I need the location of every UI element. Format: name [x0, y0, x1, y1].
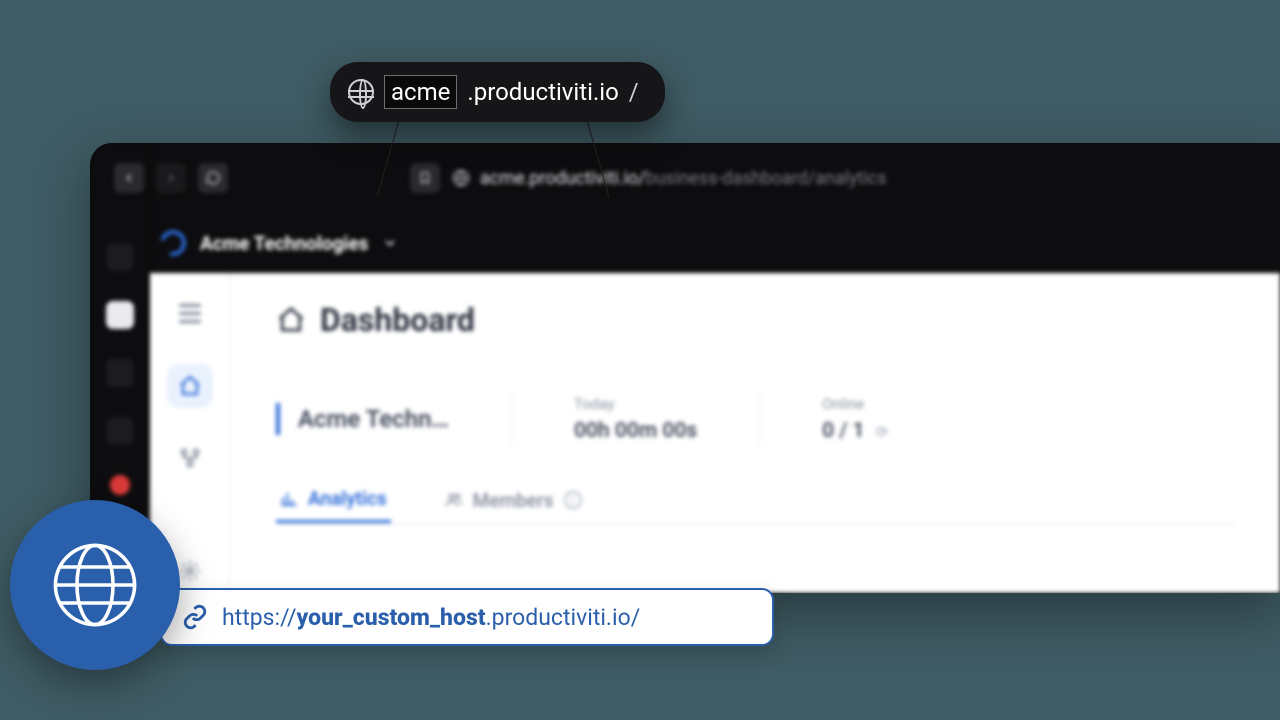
sidebar-item-integrations[interactable]	[167, 436, 213, 481]
page-title-row: Dashboard	[276, 301, 1234, 339]
nav-back-button[interactable]	[114, 163, 144, 193]
address-path: business-dashboard/analytics	[646, 168, 887, 189]
url-trailing: /	[629, 78, 639, 106]
tab-analytics-label: Analytics	[308, 487, 387, 510]
stat-online-label: Online	[822, 395, 888, 413]
branch-icon	[178, 446, 202, 470]
url-callout: acme .productiviti.io /	[330, 62, 665, 122]
users-icon	[445, 491, 463, 509]
gear-icon	[178, 559, 202, 583]
globe-icon	[50, 540, 140, 630]
address-bar[interactable]: acme.productiviti.io/business-dashboard/…	[452, 168, 886, 189]
tab-analytics[interactable]: Analytics	[276, 477, 391, 523]
divider	[759, 394, 760, 444]
main-content: Dashboard Acme Techn… Today 00h 00m 00s …	[230, 273, 1280, 593]
reload-button[interactable]	[198, 163, 228, 193]
globe-icon	[452, 169, 470, 187]
home-icon	[276, 305, 306, 335]
bookmark-button[interactable]	[410, 163, 440, 193]
stat-org: Acme Techn…	[276, 403, 471, 435]
workspace-name: Acme Technologies	[200, 232, 368, 255]
dock-item[interactable]	[106, 359, 134, 387]
browser-toolbar: acme.productiviti.io/business-dashboard/…	[90, 143, 1280, 213]
stat-org-value: Acme Techn…	[298, 405, 449, 433]
link-icon	[182, 604, 208, 630]
workspace-logo-icon	[155, 225, 191, 261]
tab-members[interactable]: Members i	[441, 477, 586, 523]
home-icon	[178, 374, 202, 398]
address-host: acme.productiviti.io/	[480, 168, 646, 189]
browser-window: acme.productiviti.io/business-dashboard/…	[90, 143, 1280, 593]
custom-host-field[interactable]: https://your_custom_host.productiviti.io…	[160, 588, 774, 646]
url-subdomain-highlight: acme	[384, 75, 457, 109]
workspace-header: Acme Technologies	[90, 213, 1280, 273]
chart-icon	[280, 490, 298, 508]
dock-item[interactable]	[106, 417, 134, 445]
stat-today-label: Today	[574, 395, 697, 413]
sidebar-item-dashboard[interactable]	[167, 364, 213, 409]
hamburger-icon	[179, 304, 201, 323]
tab-members-label: Members	[473, 489, 554, 512]
refresh-icon[interactable]: ⟳	[876, 423, 889, 441]
chevron-down-icon[interactable]	[382, 235, 398, 251]
app-surface: Dashboard Acme Techn… Today 00h 00m 00s …	[150, 273, 1280, 593]
dock-item[interactable]	[110, 475, 130, 495]
url-domain: .productiviti.io	[467, 78, 618, 106]
custom-host-text: https://your_custom_host.productiviti.io…	[222, 604, 640, 631]
stat-today: Today 00h 00m 00s	[552, 393, 719, 445]
stat-online-value: 0 / 1 ⟳	[822, 419, 888, 443]
globe-badge	[10, 500, 180, 670]
nav-forward-button[interactable]	[156, 163, 186, 193]
menu-button[interactable]	[167, 291, 213, 336]
info-icon[interactable]: i	[564, 491, 582, 509]
tabs: Analytics Members i	[276, 477, 1234, 524]
stats-row: Acme Techn… Today 00h 00m 00s Online 0 /…	[276, 393, 1234, 445]
divider	[511, 394, 512, 444]
stat-online: Online 0 / 1 ⟳	[800, 393, 910, 445]
globe-icon	[348, 79, 374, 105]
stat-today-value: 00h 00m 00s	[574, 419, 697, 443]
page-title: Dashboard	[320, 301, 475, 339]
dock-item[interactable]	[106, 301, 134, 329]
